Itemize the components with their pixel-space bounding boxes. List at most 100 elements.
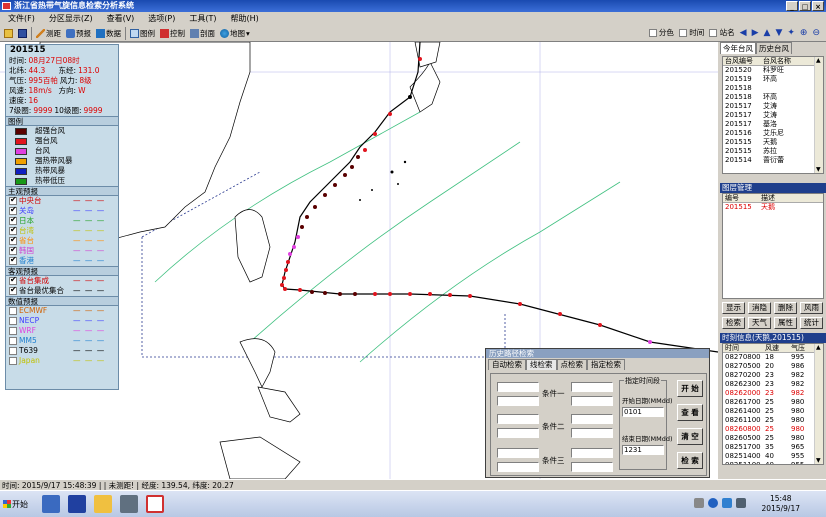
track-point[interactable]	[468, 294, 472, 298]
forecast-check-item[interactable]: 韩国 — — —	[6, 245, 118, 256]
tab-line-search[interactable]: 线检索	[526, 359, 557, 370]
keyboard-icon[interactable]	[694, 498, 704, 508]
typhoon-app-icon[interactable]	[146, 495, 164, 513]
list-item[interactable]: 201517 基洛	[723, 120, 823, 129]
server-manager-icon[interactable]	[42, 495, 60, 513]
forecast-check-item[interactable]: T639 — — —	[6, 346, 118, 356]
track-point[interactable]	[288, 252, 292, 256]
list-item[interactable]: 201518	[723, 84, 823, 93]
table-row[interactable]: 08261400 25 980	[723, 407, 823, 416]
forecast-check-item[interactable]: Japan — — —	[6, 356, 118, 366]
checkbox[interactable]	[9, 275, 17, 285]
track-point[interactable]	[343, 173, 347, 177]
checkbox[interactable]	[9, 205, 17, 215]
forecast-check-item[interactable]: 日本 — — —	[6, 215, 118, 226]
track-point[interactable]	[408, 95, 412, 99]
track-point[interactable]	[300, 225, 304, 229]
checkbox[interactable]	[9, 225, 17, 235]
pan-up-icon[interactable]: ▲	[764, 28, 771, 38]
zoom-in-icon[interactable]: ⊕	[800, 28, 808, 38]
menu-options[interactable]: 选项(P)	[148, 12, 175, 25]
check-time[interactable]: 时间	[678, 27, 704, 38]
delete-button[interactable]: 删除	[774, 302, 797, 314]
wind-rain-button[interactable]: 风雨	[800, 302, 823, 314]
forecast-check-item[interactable]: 香港 — — —	[6, 255, 118, 266]
app-window-icon[interactable]	[120, 495, 138, 513]
search-go-button[interactable]: 检 索	[677, 452, 703, 469]
list-item[interactable]: 201515 苏拉	[723, 147, 823, 156]
end-date-input[interactable]: 1231	[622, 445, 664, 455]
cond2-right-input-2[interactable]	[571, 428, 613, 438]
menu-file[interactable]: 文件(F)	[8, 12, 35, 25]
start-button-os[interactable]: 开始	[2, 497, 33, 512]
checkbox[interactable]	[9, 245, 17, 255]
track-point[interactable]	[418, 57, 422, 61]
forecast-check-item[interactable]: 台湾 — — —	[6, 225, 118, 236]
track-point[interactable]	[313, 205, 317, 209]
properties-button[interactable]: 属性	[774, 317, 797, 329]
track-point[interactable]	[388, 292, 392, 296]
list-item[interactable]: 201515 天鹅	[723, 203, 823, 212]
tab-specified-search[interactable]: 指定检索	[587, 359, 625, 370]
track-point[interactable]	[305, 215, 309, 219]
network-icon[interactable]	[722, 498, 732, 508]
table-row[interactable]: 08270500 20 986	[723, 362, 823, 371]
track-point[interactable]	[373, 132, 377, 136]
forecast-check-item[interactable]: 省台最优集合 — — —	[6, 285, 118, 296]
forecast-check-item[interactable]: 中央台 — — —	[6, 195, 118, 206]
track-point[interactable]	[286, 260, 290, 264]
save-button[interactable]	[17, 26, 28, 40]
cond3-left-input[interactable]	[497, 448, 539, 458]
search-button[interactable]: 检索	[722, 317, 745, 329]
forecast-button[interactable]: 预报	[65, 26, 92, 40]
table-row[interactable]: 08270800 18 995	[723, 353, 823, 362]
track-point[interactable]	[428, 292, 432, 296]
show-button[interactable]: 显示	[722, 302, 745, 314]
table-row[interactable]: 08260500 25 980	[723, 434, 823, 443]
table-row[interactable]: 08251400 40 955	[723, 452, 823, 461]
pan-right-icon[interactable]: ▶	[752, 28, 759, 38]
list-item[interactable]: 201516 艾乐尼	[723, 129, 823, 138]
track-point[interactable]	[363, 148, 367, 152]
check-color[interactable]: 分色	[648, 27, 674, 38]
typhoon-list-scrollbar[interactable]	[814, 57, 823, 173]
checkbox[interactable]	[9, 235, 17, 245]
hide-button[interactable]: 消隐	[748, 302, 771, 314]
forecast-check-item[interactable]: 关岛 — — —	[6, 205, 118, 216]
track-point[interactable]	[448, 293, 452, 297]
table-row[interactable]: 08270200 23 982	[723, 371, 823, 380]
list-item[interactable]: 201515 天鹅	[723, 138, 823, 147]
checkbox[interactable]	[9, 215, 17, 225]
open-button[interactable]	[3, 26, 14, 40]
cond1-left-input[interactable]	[497, 382, 539, 392]
list-item[interactable]: 201520 科罗旺	[723, 66, 823, 75]
menu-zone-display[interactable]: 分区显示(Z)	[49, 12, 93, 25]
view-button[interactable]: 查 看	[677, 404, 703, 421]
menu-view[interactable]: 查看(V)	[107, 12, 135, 25]
minimize-button[interactable]: _	[786, 1, 798, 11]
track-point[interactable]	[353, 292, 357, 296]
tab-point-search[interactable]: 点检索	[556, 359, 587, 370]
legend-button[interactable]: 图例	[129, 26, 156, 40]
time-list-scrollbar[interactable]	[814, 344, 823, 464]
explorer-icon[interactable]	[94, 495, 112, 513]
table-row[interactable]: 08261100 25 980	[723, 416, 823, 425]
cond1-left-input-2[interactable]	[497, 396, 539, 406]
menu-tools[interactable]: 工具(T)	[189, 12, 216, 25]
track-point[interactable]	[333, 183, 337, 187]
track-point[interactable]	[338, 292, 342, 296]
checkbox[interactable]	[9, 327, 17, 335]
table-row[interactable]: 08262000 23 982	[723, 389, 823, 398]
start-date-input[interactable]: 0101	[622, 407, 664, 417]
table-row[interactable]: 08260800 25 980	[723, 425, 823, 434]
full-extent-icon[interactable]: ✦	[787, 28, 795, 38]
cond3-left-input-2[interactable]	[497, 462, 539, 472]
forecast-check-item[interactable]: ECMWF — — —	[6, 306, 118, 316]
list-item[interactable]: 201519 环高	[723, 75, 823, 84]
track-point[interactable]	[518, 302, 522, 306]
track-point[interactable]	[356, 155, 360, 159]
track-point[interactable]	[296, 235, 300, 239]
start-button[interactable]: 开 始	[677, 380, 703, 397]
tab-this-year[interactable]: 今年台风	[720, 42, 756, 54]
powershell-icon[interactable]	[68, 495, 86, 513]
